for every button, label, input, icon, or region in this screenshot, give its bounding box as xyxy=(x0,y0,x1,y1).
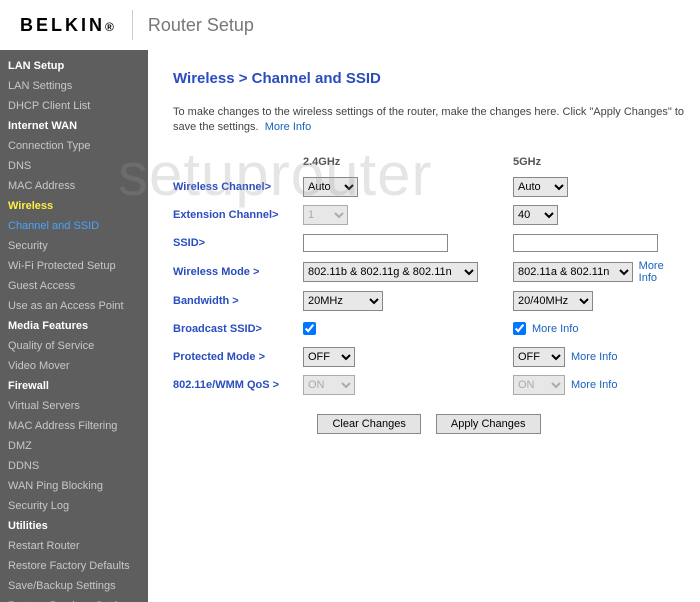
label-bandwidth: Bandwidth > xyxy=(173,295,303,307)
sidebar-item[interactable]: DMZ xyxy=(0,436,148,456)
column-2-4ghz: 2.4GHz xyxy=(303,156,513,168)
wireless-mode-24[interactable]: 802.11b & 802.11g & 802.11n xyxy=(303,262,478,282)
sidebar-section: LAN Setup xyxy=(0,56,148,76)
sidebar-item[interactable]: Virtual Servers xyxy=(0,396,148,416)
wireless-channel-5[interactable]: Auto xyxy=(513,177,568,197)
sidebar-section: Utilities xyxy=(0,516,148,536)
sidebar-item[interactable]: Video Mover xyxy=(0,356,148,376)
header: BELKIN® Router Setup xyxy=(0,0,700,50)
label-broadcast-ssid: Broadcast SSID> xyxy=(173,323,303,335)
extension-channel-5[interactable]: 40 xyxy=(513,205,558,225)
sidebar-item[interactable]: Use as an Access Point xyxy=(0,296,148,316)
sidebar-item[interactable]: Restore Factory Defaults xyxy=(0,556,148,576)
ssid-input-24[interactable] xyxy=(303,234,448,252)
logo: BELKIN® xyxy=(20,15,117,36)
sidebar-item[interactable]: Restart Router xyxy=(0,536,148,556)
ssid-input-5[interactable] xyxy=(513,234,658,252)
more-info-bcast[interactable]: More Info xyxy=(532,323,578,335)
protected-mode-5[interactable]: OFF xyxy=(513,347,565,367)
label-wireless-mode: Wireless Mode > xyxy=(173,266,303,278)
sidebar-item[interactable]: WAN Ping Blocking xyxy=(0,476,148,496)
sidebar-item[interactable]: Guest Access xyxy=(0,276,148,296)
sidebar-item[interactable]: Connection Type xyxy=(0,136,148,156)
instruction-text: To make changes to the wireless settings… xyxy=(173,105,685,136)
label-wireless-channel: Wireless Channel> xyxy=(173,181,303,193)
sidebar-item[interactable]: Quality of Service xyxy=(0,336,148,356)
broadcast-ssid-24[interactable] xyxy=(303,322,316,335)
sidebar-item[interactable]: DNS xyxy=(0,156,148,176)
sidebar-item[interactable]: Restore Previous Settings xyxy=(0,596,148,602)
sidebar-item-active[interactable]: Channel and SSID xyxy=(0,216,148,236)
apply-changes-button[interactable]: Apply Changes xyxy=(436,414,541,434)
sidebar-item[interactable]: Save/Backup Settings xyxy=(0,576,148,596)
column-5ghz: 5GHz xyxy=(513,156,541,168)
label-protected-mode: Protected Mode > xyxy=(173,351,303,363)
protected-mode-24[interactable]: OFF xyxy=(303,347,355,367)
more-info-mode[interactable]: More Info xyxy=(639,260,685,284)
header-divider xyxy=(132,10,133,40)
sidebar-item[interactable]: DHCP Client List xyxy=(0,96,148,116)
broadcast-ssid-5[interactable] xyxy=(513,322,526,335)
bandwidth-5[interactable]: 20/40MHz xyxy=(513,291,593,311)
sidebar: LAN SetupLAN SettingsDHCP Client ListInt… xyxy=(0,50,148,602)
label-extension-channel: Extension Channel> xyxy=(173,209,303,221)
wireless-mode-5[interactable]: 802.11a & 802.11n xyxy=(513,262,633,282)
page-title: Router Setup xyxy=(148,15,254,36)
wmm-qos-5: ON xyxy=(513,375,565,395)
sidebar-section: Internet WAN xyxy=(0,116,148,136)
more-info-prot[interactable]: More Info xyxy=(571,351,617,363)
clear-changes-button[interactable]: Clear Changes xyxy=(317,414,420,434)
label-ssid: SSID> xyxy=(173,237,303,249)
sidebar-item[interactable]: Wi-Fi Protected Setup xyxy=(0,256,148,276)
sidebar-item[interactable]: MAC Address Filtering xyxy=(0,416,148,436)
breadcrumb: Wireless > Channel and SSID xyxy=(173,70,685,87)
bandwidth-24[interactable]: 20MHz xyxy=(303,291,383,311)
more-info-qos[interactable]: More Info xyxy=(571,379,617,391)
extension-channel-24: 1 xyxy=(303,205,348,225)
sidebar-section-active[interactable]: Wireless xyxy=(0,196,148,216)
sidebar-item[interactable]: Security Log xyxy=(0,496,148,516)
label-wmm-qos: 802.11e/WMM QoS > xyxy=(173,379,303,391)
sidebar-section: Media Features xyxy=(0,316,148,336)
sidebar-item[interactable]: DDNS xyxy=(0,456,148,476)
sidebar-item[interactable]: Security xyxy=(0,236,148,256)
sidebar-item[interactable]: LAN Settings xyxy=(0,76,148,96)
main-content: setuprouter Wireless > Channel and SSID … xyxy=(148,50,700,602)
sidebar-item[interactable]: MAC Address xyxy=(0,176,148,196)
more-info-link[interactable]: More Info xyxy=(265,121,311,133)
wmm-qos-24: ON xyxy=(303,375,355,395)
sidebar-section: Firewall xyxy=(0,376,148,396)
wireless-channel-24[interactable]: Auto xyxy=(303,177,358,197)
